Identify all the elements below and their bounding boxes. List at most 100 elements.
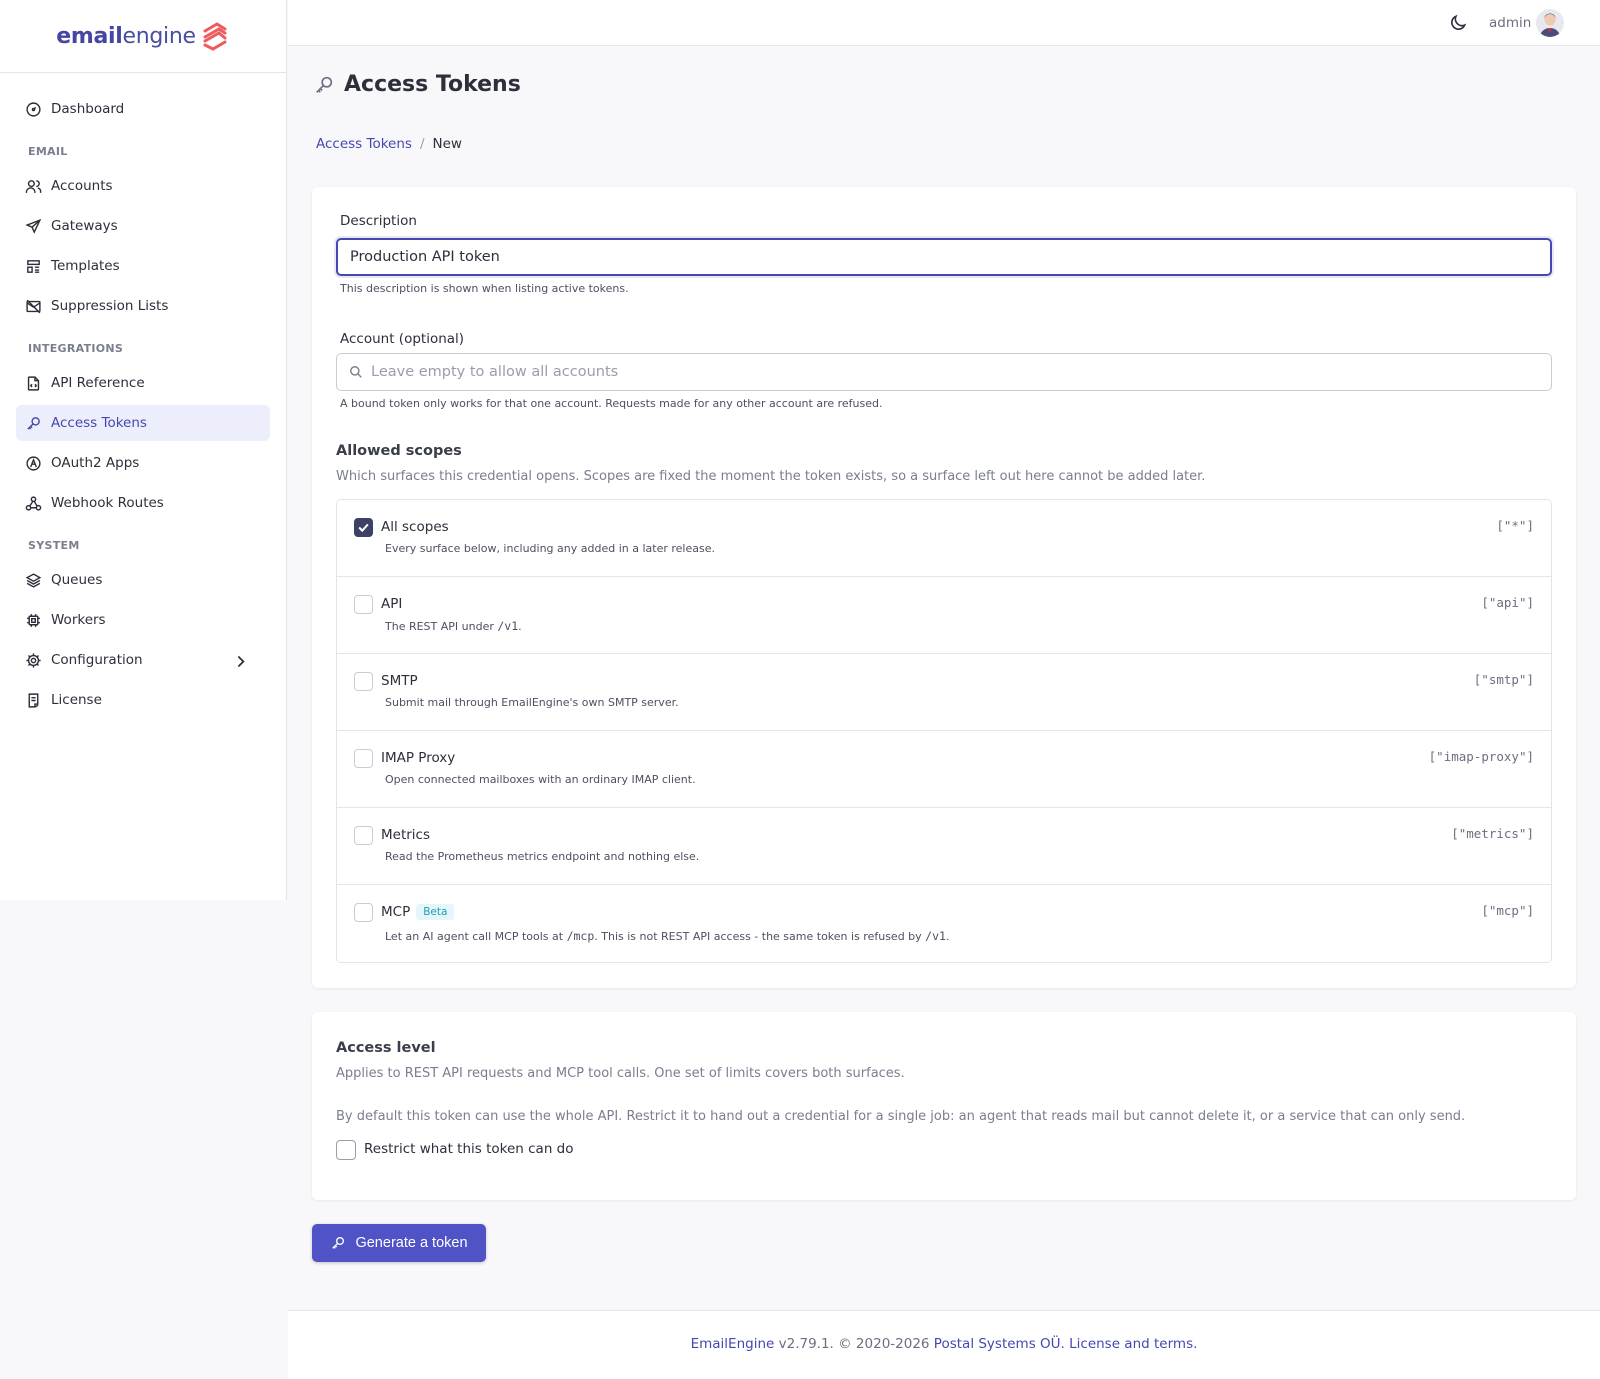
scope-code: ["mcp"] [1481, 903, 1534, 918]
sidebar-item-suppression[interactable]: Suppression Lists [16, 288, 270, 324]
sidebar-item-gateways[interactable]: Gateways [16, 208, 270, 244]
account-label: Account (optional) [340, 331, 465, 347]
scope-code: ["metrics"] [1451, 826, 1534, 841]
scope-name: All scopes [381, 519, 449, 535]
scope-description: Submit mail through EmailEngine's own SM… [385, 696, 679, 709]
breadcrumb-current: New [432, 136, 462, 152]
description-hint: This description is shown when listing a… [340, 282, 629, 295]
logo-text-rest: engine [122, 23, 197, 49]
sidebar-item-webhooks[interactable]: Webhook Routes [16, 485, 270, 521]
at-circle-icon [26, 455, 41, 471]
sidebar-item-api-reference[interactable]: API Reference [16, 365, 270, 401]
scope-description: Open connected mailboxes with an ordinar… [385, 773, 696, 786]
sidebar-item-accounts[interactable]: Accounts [16, 168, 270, 204]
license-icon [28, 692, 39, 708]
token-form-card: Description Production API token This de… [312, 187, 1576, 988]
mail-off-icon [26, 299, 41, 313]
moon-icon[interactable] [1448, 13, 1468, 33]
logo[interactable]: emailengine [0, 0, 286, 73]
sidebar-section-integrations: INTEGRATIONS [28, 342, 124, 355]
sidebar-item-label: Workers [51, 612, 106, 628]
sidebar-item-workers[interactable]: Workers [16, 602, 270, 638]
page-title: Access Tokens [344, 72, 521, 97]
dashboard-icon [26, 101, 41, 117]
stack-icon [25, 572, 42, 588]
footer-license-link[interactable]: License and terms. [1069, 1336, 1197, 1352]
logo-text-bold: email [56, 23, 123, 49]
sidebar-item-label: License [51, 692, 102, 708]
access-level-title: Access level [336, 1040, 436, 1056]
scope-row-imap-proxy[interactable]: IMAP Proxy Open connected mailboxes with… [337, 731, 1551, 808]
cpu-icon [27, 613, 40, 627]
sidebar-section-email: EMAIL [28, 145, 68, 158]
scope-code: ["*"] [1496, 518, 1534, 533]
scope-name: MCP Beta [381, 904, 455, 920]
user-name[interactable]: admin [1489, 15, 1531, 31]
sidebar-item-dashboard[interactable]: Dashboard [16, 91, 270, 127]
access-level-card: Access level Applies to REST API request… [312, 1012, 1576, 1200]
sidebar: emailengine Dashboard EMAIL Accounts Gat… [0, 0, 287, 900]
sidebar-item-label: Access Tokens [51, 415, 147, 431]
page-header: Access Tokens [313, 72, 521, 97]
sidebar-item-label: Accounts [51, 178, 113, 194]
footer-product-link[interactable]: EmailEngine [691, 1336, 775, 1352]
scope-row-metrics[interactable]: Metrics Read the Prometheus metrics endp… [337, 808, 1551, 885]
breadcrumb: Access Tokens / New [316, 136, 462, 152]
restrict-checkbox[interactable] [336, 1140, 356, 1160]
sidebar-item-configuration[interactable]: Configuration [16, 642, 270, 678]
access-level-description: Applies to REST API requests and MCP too… [336, 1066, 905, 1081]
scope-row-smtp[interactable]: SMTP Submit mail through EmailEngine's o… [337, 654, 1551, 731]
avatar[interactable] [1536, 9, 1564, 37]
key-icon [332, 1237, 345, 1249]
scope-code: ["smtp"] [1473, 672, 1534, 687]
check-icon [358, 523, 369, 533]
search-icon [350, 366, 362, 378]
restrict-label[interactable]: Restrict what this token can do [364, 1141, 574, 1157]
template-icon [27, 259, 40, 273]
scope-checkbox-metrics[interactable] [354, 826, 373, 845]
scope-code: ["imap-proxy"] [1428, 749, 1534, 764]
scope-checkbox-api[interactable] [354, 595, 373, 614]
sidebar-item-label: Queues [51, 572, 103, 588]
scope-checkbox-mcp[interactable] [354, 903, 373, 922]
sidebar-item-label: Suppression Lists [51, 298, 169, 314]
account-hint: A bound token only works for that one ac… [340, 397, 883, 410]
file-code-icon [27, 375, 40, 391]
sidebar-item-label: Gateways [51, 218, 118, 234]
footer-company-link[interactable]: Postal Systems OÜ. [934, 1336, 1065, 1352]
chevron-right-icon [237, 655, 245, 668]
scope-description: Let an AI agent call MCP tools at /mcp. … [385, 929, 950, 943]
footer: EmailEngine v2.79.1. © 2020-2026 Postal … [288, 1310, 1600, 1379]
breadcrumb-separator: / [419, 136, 425, 152]
key-icon [27, 416, 40, 430]
beta-badge: Beta [416, 904, 455, 920]
access-level-info: By default this token can use the whole … [336, 1109, 1466, 1124]
scope-row-all[interactable]: All scopes Every surface below, includin… [337, 500, 1551, 577]
gear-icon [26, 652, 41, 668]
description-input[interactable]: Production API token [336, 238, 1552, 276]
sidebar-item-label: OAuth2 Apps [51, 455, 140, 471]
scopes-description: Which surfaces this credential opens. Sc… [336, 469, 1206, 484]
scope-row-mcp[interactable]: MCP Beta Let an AI agent call MCP tools a… [337, 885, 1551, 962]
scope-checkbox-imap-proxy[interactable] [354, 749, 373, 768]
account-search-input[interactable]: Leave empty to allow all accounts [336, 353, 1552, 391]
scope-row-api[interactable]: API The REST API under /v1. ["api"] [337, 577, 1551, 654]
scope-description: Every surface below, including any added… [385, 542, 715, 555]
sidebar-item-oauth2[interactable]: OAuth2 Apps [16, 445, 270, 481]
sidebar-item-label: Configuration [51, 652, 143, 668]
scope-checkbox-all[interactable] [354, 518, 373, 537]
generate-token-button[interactable]: Generate a token [312, 1224, 486, 1262]
sidebar-item-queues[interactable]: Queues [16, 562, 270, 598]
sidebar-item-label: Dashboard [51, 101, 125, 117]
sidebar-nav: Dashboard EMAIL Accounts Gateways Templa… [0, 73, 286, 718]
sidebar-item-access-tokens[interactable]: Access Tokens [16, 405, 270, 441]
generate-token-label: Generate a token [355, 1235, 468, 1251]
sidebar-item-license[interactable]: License [16, 682, 270, 718]
sidebar-item-label: API Reference [51, 375, 145, 391]
scope-checkbox-smtp[interactable] [354, 672, 373, 691]
sidebar-item-templates[interactable]: Templates [16, 248, 270, 284]
scopes-title: Allowed scopes [336, 443, 462, 459]
sidebar-item-label: Webhook Routes [51, 495, 164, 511]
scope-name: API [381, 596, 403, 612]
breadcrumb-parent-link[interactable]: Access Tokens [316, 136, 412, 152]
